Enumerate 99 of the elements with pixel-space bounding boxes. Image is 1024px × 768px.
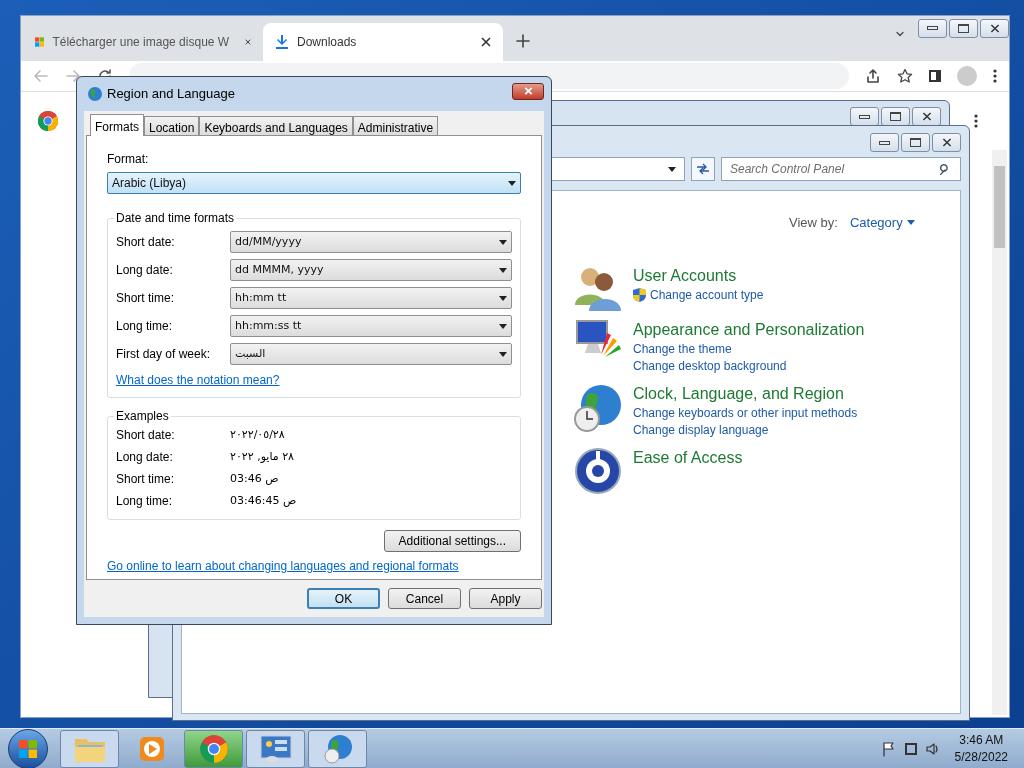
dialog-button[interactable]: Apply <box>469 588 542 609</box>
dialog-button[interactable]: Cancel <box>388 588 461 609</box>
example-label: Short time: <box>116 471 176 488</box>
group-title: Examples <box>114 409 171 423</box>
additional-settings-button[interactable]: Additional settings... <box>383 530 521 552</box>
view-by-dropdown[interactable]: Category <box>849 213 915 233</box>
minimize-button[interactable] <box>918 18 947 38</box>
example-label: Long time: <box>116 493 174 510</box>
windows-logo-icon <box>19 739 37 758</box>
format-dropdown[interactable]: dd/MM/yyyy <box>230 231 512 253</box>
forward-icon[interactable] <box>65 68 81 84</box>
format-dropdown[interactable]: hh:mm tt <box>230 287 512 309</box>
chrome-logo-icon <box>37 110 59 132</box>
format-dropdown[interactable]: السبت <box>230 343 512 365</box>
example-value: 03:46:45 ص <box>230 492 297 509</box>
taskbar-button[interactable] <box>60 729 119 768</box>
windows-logo-icon <box>35 34 45 50</box>
dropdown-arrow-icon <box>508 180 516 186</box>
category-title[interactable]: User Accounts <box>633 264 764 287</box>
menu-icon[interactable] <box>974 114 978 128</box>
close-tab-icon[interactable] <box>245 37 251 47</box>
example-value: 03:46 ص <box>230 470 279 487</box>
example-value: ٢٨ مايو, ٢٠٢٢ <box>230 448 294 465</box>
format-dropdown[interactable]: Arabic (Libya) <box>107 172 521 194</box>
group-title: Date and time formats <box>114 211 237 225</box>
example-label: Long date: <box>116 449 174 466</box>
side-panel-icon[interactable] <box>929 70 941 82</box>
media-player-icon <box>137 734 166 763</box>
minimize-button[interactable] <box>870 133 899 152</box>
download-icon <box>275 35 289 49</box>
window-title: Region and Language <box>107 85 236 104</box>
chrome-logo-icon <box>198 733 229 764</box>
close-icon <box>989 23 1000 33</box>
dialog-tab[interactable]: Formats <box>90 114 144 136</box>
notation-link[interactable]: What does the notation mean? <box>116 371 280 389</box>
category-link[interactable]: Change display language <box>633 421 769 439</box>
share-icon[interactable] <box>865 68 881 84</box>
category-link[interactable]: Change keyboards or other input methods <box>633 404 858 422</box>
maximize-button[interactable] <box>901 133 930 152</box>
view-by-label: View by: <box>789 214 838 232</box>
close-button[interactable] <box>512 82 544 100</box>
caret-icon <box>906 220 915 226</box>
close-icon <box>941 138 952 147</box>
dropdown-arrow-icon <box>499 267 507 273</box>
field-label: First day of week: <box>116 346 212 363</box>
close-button[interactable] <box>932 133 961 152</box>
monitor-palette-icon <box>575 318 621 359</box>
globe-clock-icon <box>573 382 623 433</box>
two-arrows-icon <box>696 163 710 175</box>
dialog-button[interactable]: OK <box>307 588 380 609</box>
dropdown-arrow-icon <box>499 323 507 329</box>
category-link[interactable]: Change the theme <box>633 340 732 358</box>
clock[interactable]: 3:46 AM 5/28/2022 <box>954 731 1008 766</box>
dropdown-arrow-icon <box>668 166 676 172</box>
refresh-button[interactable] <box>691 157 715 181</box>
field-label: Short time: <box>116 290 176 307</box>
taskbar-button[interactable] <box>184 729 243 768</box>
dropdown-arrow-icon <box>499 295 507 301</box>
category-title[interactable]: Clock, Language, and Region <box>633 382 858 405</box>
example-label: Short date: <box>116 427 176 444</box>
control-panel-icon <box>259 734 292 763</box>
category-link[interactable]: Change account type <box>650 286 764 304</box>
accessibility-icon <box>574 446 622 495</box>
close-icon <box>523 87 533 95</box>
example-value: ٢٠٢٢/٠٥/٢٨ <box>230 426 285 443</box>
field-label: Short date: <box>116 234 176 251</box>
menu-icon[interactable] <box>993 69 997 83</box>
dropdown-arrow-icon <box>499 351 507 357</box>
scrollbar[interactable] <box>992 150 1007 715</box>
dialog-tab[interactable]: Location <box>144 116 200 135</box>
dropdown-arrow-icon <box>499 239 507 245</box>
new-tab-icon[interactable] <box>515 33 531 49</box>
dialog-tab[interactable]: Administrative <box>352 116 439 135</box>
globe-clock-icon <box>322 733 353 764</box>
format-label: Format: <box>107 151 150 168</box>
close-tab-icon[interactable] <box>481 37 491 47</box>
category-title[interactable]: Ease of Access <box>633 446 743 469</box>
category-link[interactable]: Change desktop background <box>633 357 787 375</box>
tab-title: Télécharger une image disque W <box>52 34 230 51</box>
category-title[interactable]: Appearance and Personalization <box>633 318 865 341</box>
browser-tab[interactable]: Downloads <box>263 23 503 61</box>
field-label: Long date: <box>116 262 174 279</box>
close-icon <box>921 112 932 121</box>
field-label: Long time: <box>116 318 174 335</box>
format-dropdown[interactable]: dd MMMM, yyyy <box>230 259 512 281</box>
star-icon[interactable] <box>897 68 913 84</box>
format-dropdown[interactable]: hh:mm:ss tt <box>230 315 512 337</box>
maximize-button[interactable] <box>949 18 978 38</box>
tab-title: Downloads <box>297 34 357 51</box>
dialog-tab[interactable]: Keyboards and Languages <box>199 116 353 135</box>
search-placeholder: Search Control Panel <box>730 161 846 178</box>
close-button[interactable] <box>980 18 1009 38</box>
taskbar-button[interactable] <box>246 729 305 768</box>
online-help-link[interactable]: Go online to learn about changing languages and regional formats <box>107 557 459 575</box>
globe-icon <box>87 86 103 102</box>
start-button[interactable] <box>8 728 48 768</box>
search-field[interactable]: Search Control Panel <box>721 157 961 181</box>
shield-icon <box>633 288 646 302</box>
taskbar-button[interactable] <box>308 729 367 768</box>
